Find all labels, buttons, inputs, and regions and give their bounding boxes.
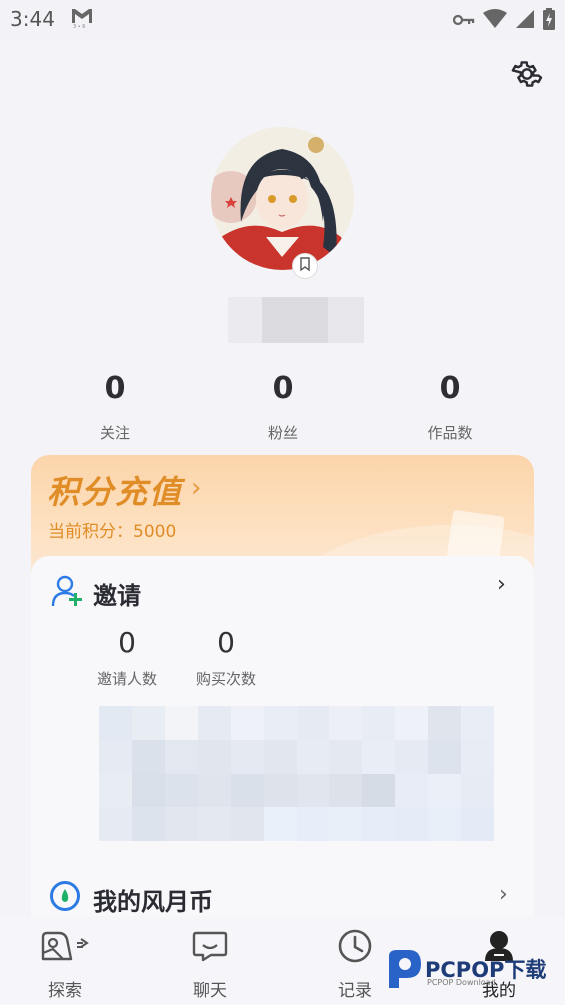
status-bar: 3:44 3 • 6 — [0, 0, 565, 40]
username-blurred — [228, 297, 364, 343]
battery-icon — [543, 8, 555, 34]
purchase-count-label: 购买次数 — [195, 670, 256, 688]
invite-count-value: 0 — [118, 626, 136, 659]
add-user-icon — [51, 574, 85, 612]
recharge-title: 积分充值 — [47, 473, 184, 511]
current-points: 当前积分：5000 — [48, 522, 177, 542]
gmail-icon: 3 • 6 — [70, 6, 94, 32]
chevron-right-icon: › — [191, 473, 202, 503]
settings-button[interactable] — [509, 58, 545, 94]
my-coins-title: 我的风月币 — [93, 888, 213, 916]
tab-explore-label: 探索 — [48, 981, 82, 1001]
tab-chat[interactable]: 聊天 — [160, 916, 260, 1005]
stat-followers[interactable]: 0 粉丝 — [223, 370, 343, 443]
purchase-count-value: 0 — [217, 626, 235, 659]
invite-card: 邀请 › 0 邀请人数 0 购买次数 我的风月币 › — [31, 556, 534, 936]
my-coins-row[interactable]: 我的风月币 › — [49, 878, 519, 918]
invite-chevron-button[interactable]: › — [497, 572, 506, 597]
tab-chat-label: 聊天 — [193, 981, 227, 1001]
key-icon — [452, 12, 475, 31]
pcpop-watermark: PCPOP下载 PCPOP Download — [385, 946, 560, 1001]
watermark-sub: PCPOP Download — [427, 978, 496, 987]
avatar-image — [211, 127, 354, 270]
wifi-icon — [483, 9, 507, 33]
chat-icon — [160, 926, 260, 966]
profile-stats: 0 关注 0 粉丝 0 作品数 — [0, 370, 565, 443]
tag-icon — [298, 256, 312, 276]
signal-icon — [515, 9, 535, 33]
avatar[interactable] — [211, 127, 354, 270]
blurred-content — [99, 706, 494, 841]
stat-label: 粉丝 — [267, 424, 298, 442]
coin-icon — [49, 880, 81, 916]
purchase-count-stat: 0 购买次数 — [176, 626, 276, 689]
tab-explore[interactable]: 探索 — [15, 916, 115, 1005]
invite-count-stat: 0 邀请人数 — [77, 626, 177, 689]
stat-value: 0 — [104, 371, 126, 406]
invite-title: 邀请 — [93, 582, 141, 610]
explore-icon — [15, 926, 115, 966]
chevron-right-icon: › — [499, 882, 508, 907]
invite-count-label: 邀请人数 — [96, 670, 157, 688]
stat-value: 0 — [439, 371, 461, 406]
avatar-edit-badge[interactable] — [292, 253, 318, 279]
status-time: 3:44 — [10, 7, 55, 31]
stat-value: 0 — [272, 371, 294, 406]
stat-label: 关注 — [99, 424, 130, 442]
svg-text:3 • 6: 3 • 6 — [73, 24, 86, 28]
gear-icon — [511, 58, 543, 94]
stat-following[interactable]: 0 关注 — [55, 370, 175, 443]
stat-works[interactable]: 0 作品数 — [390, 370, 510, 443]
pcpop-logo-icon — [385, 948, 423, 994]
stat-label: 作品数 — [427, 424, 473, 442]
